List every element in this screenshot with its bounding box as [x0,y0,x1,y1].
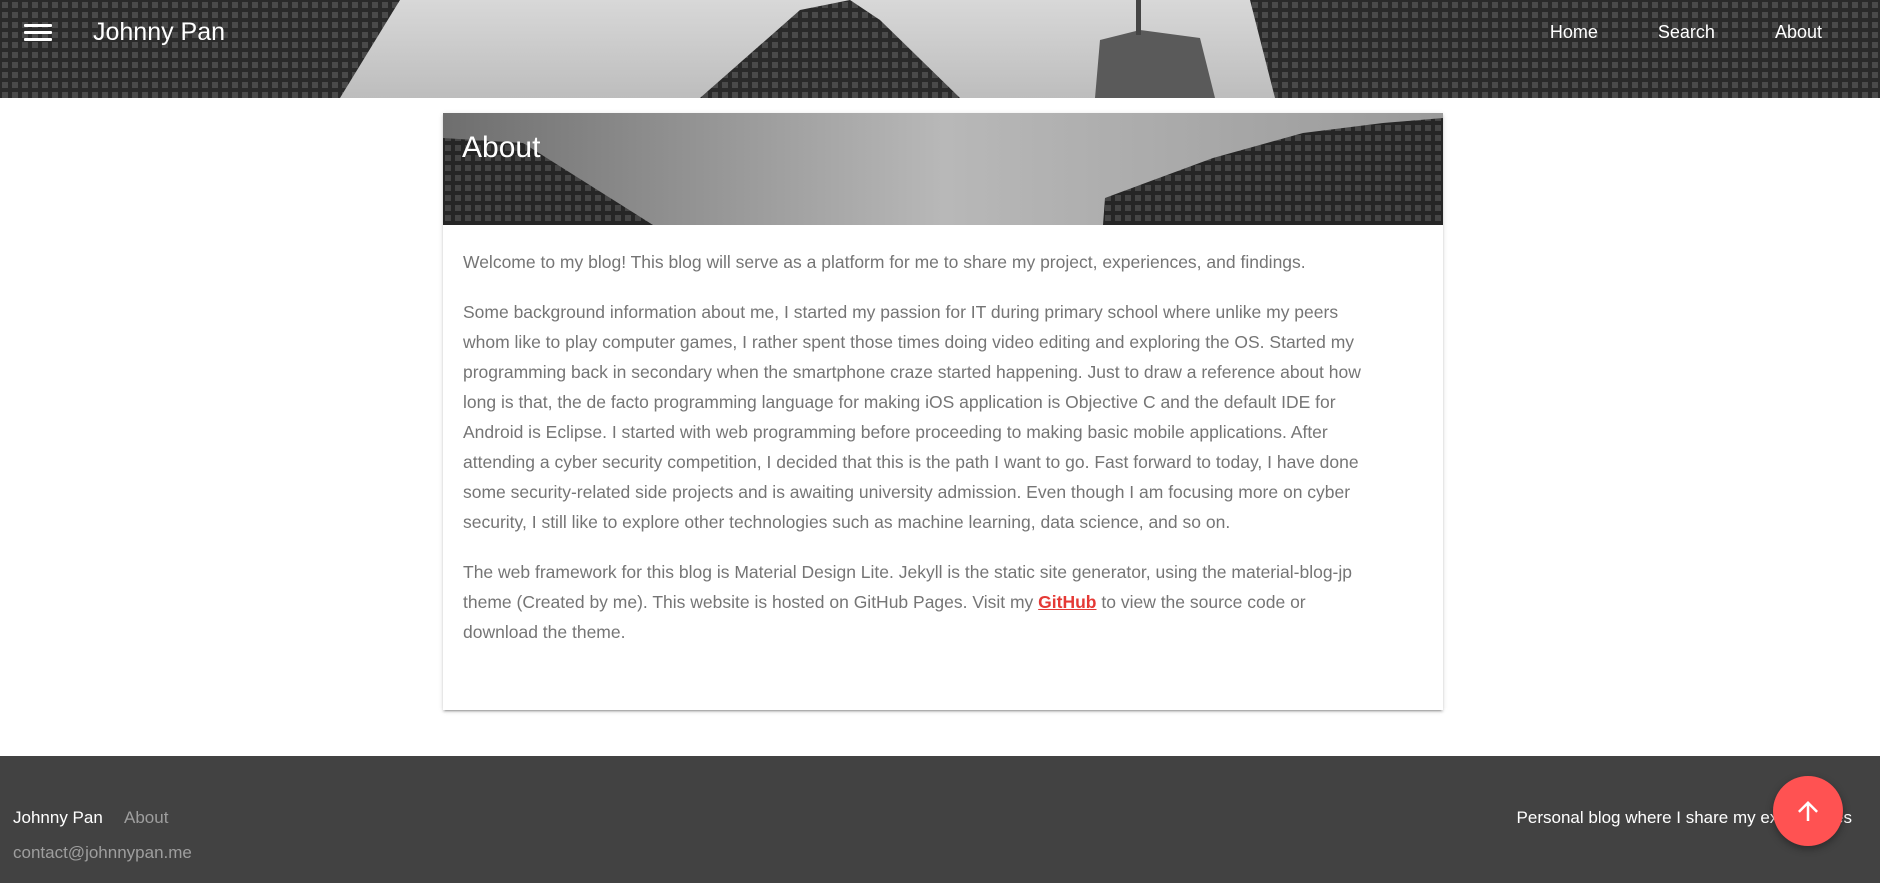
github-link[interactable]: GitHub [1038,592,1096,612]
about-card: About Welcome to my blog! This blog will… [443,113,1443,710]
footer-about-link[interactable]: About [124,808,168,828]
header-background-image [0,0,1880,98]
site-title[interactable]: Johnny Pan [93,18,225,47]
scroll-to-top-button[interactable] [1773,776,1843,846]
card-body: Welcome to my blog! This blog will serve… [443,225,1443,647]
top-nav: Home Search About [1490,22,1822,43]
footer: Johnny Pan About contact@johnnypan.me Pe… [0,756,1880,883]
header: Johnny Pan Home Search About [0,0,1880,98]
nav-home[interactable]: Home [1550,22,1598,43]
menu-icon[interactable] [24,20,52,48]
nav-about[interactable]: About [1775,22,1822,43]
paragraph-welcome: Welcome to my blog! This blog will serve… [463,252,1306,272]
footer-email[interactable]: contact@johnnypan.me [13,843,192,863]
card-hero-image: About [443,113,1443,225]
card-title: About [462,131,541,164]
paragraph-framework: The web framework for this blog is Mater… [463,557,1383,647]
paragraph-background: Some background information about me, I … [463,302,1361,532]
nav-search[interactable]: Search [1658,22,1715,43]
footer-name: Johnny Pan [13,808,103,827]
arrow-up-icon [1798,801,1818,821]
